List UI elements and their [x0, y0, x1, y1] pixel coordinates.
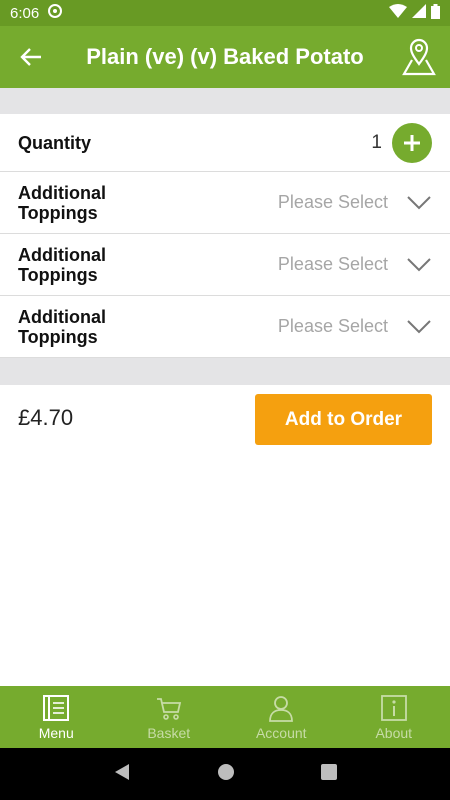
- tab-label: Account: [255, 725, 307, 741]
- topping-placeholder-2: Please Select: [277, 254, 388, 274]
- item-price: £4.70: [18, 405, 74, 430]
- store-location-button[interactable]: [388, 26, 450, 88]
- bottom-tab-bar: Menu Basket Account About: [0, 686, 450, 748]
- topping-select-3[interactable]: Additional Toppings Please Select: [0, 296, 450, 358]
- signal-icon: [412, 4, 426, 22]
- topping-select-2[interactable]: Additional Toppings Please Select: [0, 234, 450, 296]
- increase-quantity-button[interactable]: [392, 122, 432, 163]
- notification-icon: [47, 3, 63, 23]
- section-divider: [0, 88, 450, 114]
- topping-label-3: Additional Toppings: [18, 306, 106, 347]
- plus-icon: [404, 134, 420, 151]
- chevron-down-icon: [406, 255, 432, 275]
- nav-back-icon[interactable]: [113, 763, 131, 786]
- chevron-down-icon: [406, 317, 432, 337]
- quantity-value: 1: [371, 131, 382, 153]
- nav-home-icon[interactable]: [217, 763, 235, 786]
- tab-basket[interactable]: Basket: [113, 686, 226, 748]
- back-button[interactable]: [0, 26, 62, 88]
- section-divider: [0, 358, 450, 385]
- map-pin-icon: [402, 38, 436, 76]
- wifi-icon: [389, 4, 407, 22]
- tab-about[interactable]: About: [338, 686, 450, 748]
- tab-label: Basket: [147, 725, 191, 741]
- tab-label: About: [375, 725, 413, 741]
- tab-account[interactable]: Account: [225, 686, 338, 748]
- page-title: Plain (ve) (v) Baked Potato: [86, 44, 364, 69]
- topping-placeholder-1: Please Select: [277, 192, 388, 212]
- topping-label-1: Additional Toppings: [18, 182, 106, 223]
- back-arrow-icon: [20, 48, 41, 66]
- tab-menu[interactable]: Menu: [0, 686, 113, 748]
- tab-label: Menu: [38, 725, 74, 741]
- chevron-down-icon: [406, 193, 432, 213]
- quantity-row: Quantity 1: [0, 114, 450, 172]
- topping-select-1[interactable]: Additional Toppings Please Select: [0, 172, 450, 234]
- battery-icon: [431, 3, 440, 23]
- status-time: 6:06: [10, 4, 40, 22]
- status-bar: 6:06: [0, 0, 450, 26]
- menu-book-icon: [42, 693, 70, 723]
- cart-icon: [155, 693, 183, 723]
- info-icon: [380, 693, 408, 723]
- nav-recents-icon[interactable]: [321, 763, 337, 785]
- topping-placeholder-3: Please Select: [277, 316, 388, 336]
- system-nav-bar: [0, 748, 450, 800]
- topping-label-2: Additional Toppings: [18, 244, 106, 285]
- quantity-label: Quantity: [18, 132, 92, 153]
- add-to-order-button[interactable]: Add to Order: [255, 394, 432, 445]
- app-bar: Plain (ve) (v) Baked Potato: [0, 26, 450, 88]
- person-icon: [267, 693, 295, 723]
